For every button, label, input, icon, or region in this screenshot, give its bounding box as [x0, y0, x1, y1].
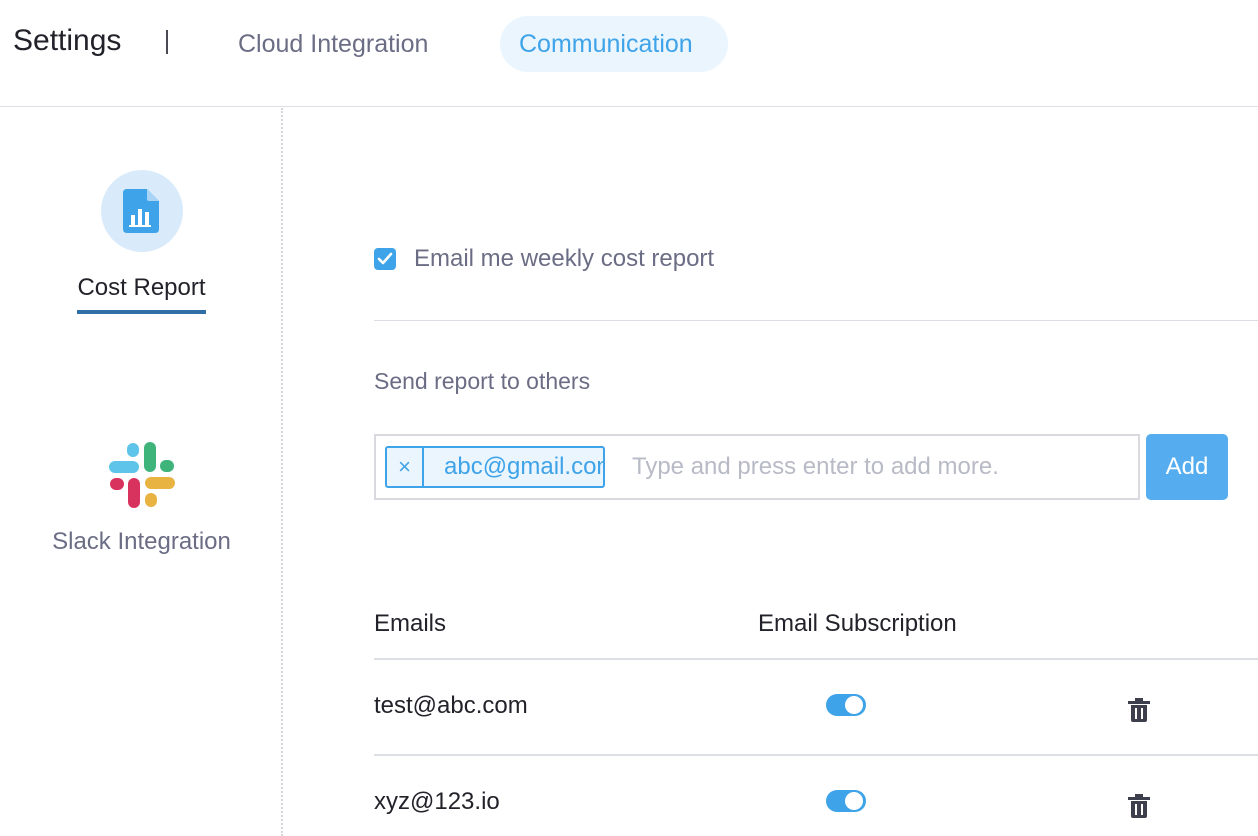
sidebar-item-label: Slack Integration [52, 528, 231, 555]
send-report-label: Send report to others [374, 368, 591, 394]
email-chip-text: abc@gmail.com [444, 453, 605, 480]
table-row-email: test@abc.com [374, 692, 528, 719]
sidebar: Cost Report Slack Integration [0, 108, 283, 836]
trash-icon[interactable] [1128, 698, 1150, 722]
table-divider [374, 658, 1258, 660]
table-divider [374, 754, 1258, 756]
slack-logo-icon [107, 440, 177, 510]
page-title: Settings [13, 24, 122, 57]
section-divider [374, 320, 1258, 321]
tab-communication[interactable]: Communication [500, 16, 728, 72]
weekly-report-label: Email me weekly cost report [414, 245, 715, 272]
top-header: Settings Cloud Integration Communication [0, 0, 1258, 107]
add-recipient-button[interactable]: Add [1146, 434, 1228, 500]
email-chip: × abc@gmail.com [385, 446, 605, 488]
communication-panel: Email me weekly cost report Send report … [374, 108, 1258, 836]
subscription-toggle[interactable] [826, 694, 866, 716]
checkmark-icon [377, 252, 393, 265]
toggle-knob [845, 696, 863, 714]
tab-cloud-integration[interactable]: Cloud Integration [219, 16, 447, 72]
sidebar-item-cost-report[interactable]: Cost Report [0, 170, 283, 314]
table-row-email: xyz@123.io [374, 788, 500, 815]
recipients-tag-input[interactable]: × abc@gmail.com [374, 434, 1140, 500]
title-divider [166, 30, 168, 54]
sidebar-item-slack-integration[interactable]: Slack Integration [0, 440, 283, 556]
toggle-knob [845, 792, 863, 810]
column-header-subscription: Email Subscription [758, 610, 957, 637]
column-header-emails: Emails [374, 610, 447, 637]
remove-chip-icon[interactable]: × [387, 448, 424, 486]
report-chart-icon [100, 170, 183, 252]
trash-icon[interactable] [1128, 794, 1150, 818]
subscription-toggle[interactable] [826, 790, 866, 812]
weekly-report-option: Email me weekly cost report [374, 244, 714, 274]
sidebar-item-label: Cost Report [77, 274, 206, 314]
recipient-email-input[interactable] [632, 448, 1122, 486]
weekly-report-checkbox[interactable] [374, 248, 396, 270]
